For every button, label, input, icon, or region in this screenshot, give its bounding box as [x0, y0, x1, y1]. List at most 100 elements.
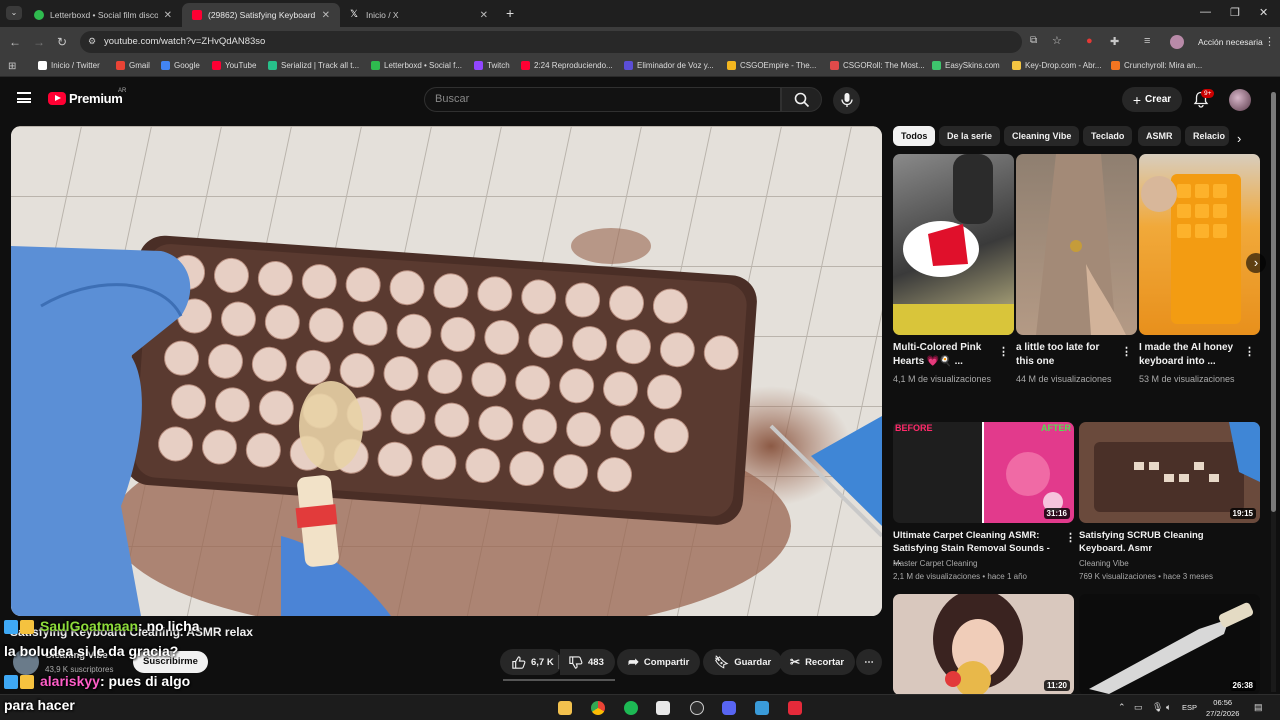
- search-input[interactable]: [435, 93, 755, 105]
- bookmark-item[interactable]: Serializd | Track all t...: [268, 61, 359, 70]
- install-app-icon[interactable]: ⧉: [1030, 35, 1037, 46]
- tab-x[interactable]: 𝕏 Inicio / X ✕: [340, 3, 498, 27]
- search-box[interactable]: [424, 87, 781, 112]
- short-menu-icon[interactable]: ⋮: [1244, 345, 1255, 358]
- short-menu-icon[interactable]: ⋮: [998, 345, 1009, 358]
- bookmark-star-icon[interactable]: ☆: [1052, 34, 1062, 47]
- youtube-logo-icon[interactable]: [48, 92, 66, 105]
- app-window-icon[interactable]: [755, 701, 769, 715]
- bookmark-item[interactable]: CSGOEmpire - The...: [727, 61, 816, 70]
- notification-center-icon[interactable]: ▤: [1254, 702, 1263, 713]
- video-player[interactable]: [11, 126, 882, 616]
- bookmark-item[interactable]: Key-Drop.com - Abr...: [1012, 61, 1101, 70]
- profile-action-button[interactable]: Acción necesaria: [1190, 32, 1271, 52]
- chip-asmr[interactable]: ASMR: [1138, 126, 1181, 146]
- video-menu-icon[interactable]: ⋮: [1065, 531, 1076, 544]
- page-scrollbar-thumb[interactable]: [1271, 92, 1276, 512]
- bookmark-item[interactable]: 2:24 Reproduciendo...: [521, 61, 613, 70]
- back-icon[interactable]: ←: [9, 35, 21, 49]
- close-tab-icon[interactable]: ✕: [164, 10, 172, 21]
- save-button[interactable]: 🔖︎ Guardar: [703, 649, 783, 675]
- tray-network-icon[interactable]: ▭: [1134, 702, 1143, 713]
- browser-menu-icon[interactable]: ⋮: [1264, 35, 1275, 48]
- account-avatar[interactable]: [1229, 89, 1251, 111]
- bookmark-item[interactable]: Inicio / Twitter: [38, 61, 100, 70]
- tab-search-button[interactable]: ⌄: [6, 6, 22, 20]
- minimize-icon[interactable]: —: [1200, 6, 1211, 18]
- menu-hamburger-icon[interactable]: [17, 92, 31, 103]
- forward-icon[interactable]: →: [33, 35, 45, 49]
- dislike-button[interactable]: 483: [560, 649, 615, 675]
- tab-youtube[interactable]: (29862) Satisfying Keyboard Cle ✕: [182, 3, 340, 27]
- close-tab-icon[interactable]: ✕: [480, 10, 488, 21]
- bookmark-item[interactable]: Gmail: [116, 61, 150, 70]
- bookmark-item[interactable]: Eliminador de Voz y...: [624, 61, 714, 70]
- video-title[interactable]: Satisfying SCRUB Cleaning Keyboard. Asmr: [1079, 529, 1244, 555]
- short-title[interactable]: I made the AI honey keyboard into ...: [1139, 341, 1239, 369]
- chip-cleaning-vibe[interactable]: Cleaning Vibe: [1004, 126, 1080, 146]
- media-control-icon[interactable]: ≡: [1144, 35, 1150, 47]
- bookmark-item[interactable]: CSGORoll: The Most...: [830, 61, 925, 70]
- short-thumbnail[interactable]: [1139, 154, 1260, 335]
- video-thumbnail[interactable]: 26:38: [1079, 594, 1260, 695]
- chips-next-arrow-icon[interactable]: ›: [1237, 131, 1241, 146]
- reload-icon[interactable]: ↻: [57, 35, 67, 49]
- omnibox[interactable]: ⚙ youtube.com/watch?v=ZHvQdAN83so ⧉ ☆: [80, 31, 1062, 53]
- bookmark-item[interactable]: Letterboxd • Social f...: [371, 61, 462, 70]
- chat-message-1-continued: la boludea si le da gracia?: [4, 643, 179, 659]
- short-menu-icon[interactable]: ⋮: [1121, 345, 1132, 358]
- video-thumbnail[interactable]: 19:15: [1079, 422, 1260, 523]
- close-window-icon[interactable]: ✕: [1259, 6, 1268, 19]
- bookmark-item[interactable]: EasySkins.com: [932, 61, 1000, 70]
- bookmark-item[interactable]: Crunchyroll: Mira an...: [1111, 61, 1202, 70]
- apps-grid-icon[interactable]: ⊞: [8, 61, 16, 72]
- new-tab-button[interactable]: +: [506, 5, 514, 21]
- short-thumbnail[interactable]: [893, 154, 1014, 335]
- tray-mic-icon[interactable]: 🎙︎: [1152, 702, 1163, 713]
- bookmark-item[interactable]: Google: [161, 61, 200, 70]
- chip-teclado[interactable]: Teclado: [1083, 126, 1133, 146]
- shorts-next-arrow-icon[interactable]: ›: [1246, 253, 1266, 273]
- spotify-icon[interactable]: [624, 701, 638, 715]
- obs-icon[interactable]: [690, 701, 704, 715]
- clip-button[interactable]: ✂ Recortar: [779, 649, 856, 675]
- tray-volume-icon[interactable]: 🔈︎: [1166, 702, 1171, 713]
- bookmark-item[interactable]: Twitch: [474, 61, 510, 70]
- video-thumbnail[interactable]: BEFORE AFTER 31:16: [893, 422, 1074, 523]
- restore-icon[interactable]: ❐: [1230, 6, 1240, 19]
- create-button[interactable]: + Crear: [1122, 87, 1182, 112]
- close-tab-icon[interactable]: ✕: [322, 10, 330, 21]
- tab-letterboxd[interactable]: Letterboxd • Social film discove ✕: [24, 3, 182, 27]
- discord-icon[interactable]: [722, 701, 736, 715]
- extension-red-icon[interactable]: ●: [1086, 35, 1093, 47]
- notepad-icon[interactable]: [656, 701, 670, 715]
- short-thumbnail[interactable]: [1016, 154, 1137, 335]
- video-thumbnail[interactable]: 11:20: [893, 594, 1074, 695]
- chrome-icon[interactable]: [591, 701, 605, 715]
- chat-text: : no licha: [138, 618, 200, 634]
- tray-chevron-icon[interactable]: ⌃: [1118, 702, 1126, 713]
- short-title[interactable]: Multi-Colored Pink Hearts 💗🍳 ...: [893, 341, 993, 369]
- channel-name[interactable]: Master Carpet Cleaning: [893, 557, 977, 570]
- share-button[interactable]: ➦ Compartir: [617, 649, 701, 675]
- chip-relacionados[interactable]: Relacio: [1185, 126, 1229, 146]
- short-views: 53 M de visualizaciones: [1139, 374, 1235, 384]
- clock[interactable]: 06:56 27/2/2026: [1206, 697, 1239, 719]
- voice-search-button[interactable]: [833, 87, 860, 114]
- youtube-premium-logo[interactable]: Premium: [69, 91, 123, 106]
- bookmark-item[interactable]: YouTube: [212, 61, 256, 70]
- more-actions-button[interactable]: ⋯: [856, 649, 882, 675]
- profile-avatar[interactable]: [1170, 35, 1184, 49]
- channel-name[interactable]: Cleaning Vibe: [1079, 557, 1129, 570]
- chip-todos[interactable]: Todos: [893, 126, 936, 146]
- short-title[interactable]: a little too late for this one: [1016, 341, 1116, 369]
- extensions-puzzle-icon[interactable]: ✚: [1110, 35, 1119, 48]
- like-button[interactable]: 6,7 K: [500, 649, 562, 675]
- app-red-icon[interactable]: [788, 701, 802, 715]
- chip-de-la-serie[interactable]: De la serie: [939, 126, 1001, 146]
- search-button[interactable]: [781, 87, 822, 112]
- file-explorer-icon[interactable]: [558, 701, 572, 715]
- site-info-icon[interactable]: ⚙: [88, 36, 96, 47]
- input-language[interactable]: ESP: [1182, 703, 1197, 712]
- url-text[interactable]: youtube.com/watch?v=ZHvQdAN83so: [104, 36, 265, 47]
